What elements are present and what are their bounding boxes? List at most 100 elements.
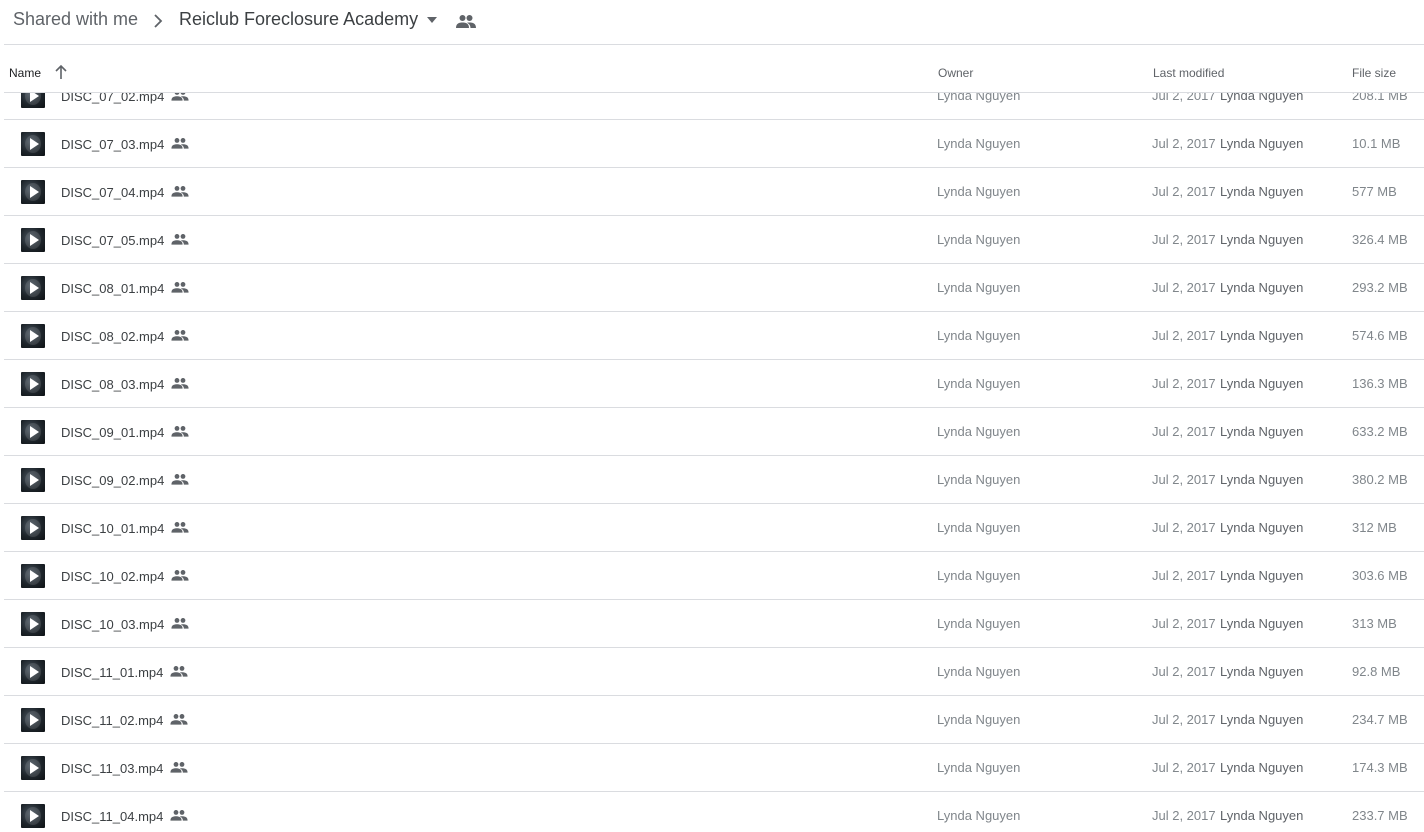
file-name: DISC_08_02.mp4 [61, 329, 165, 344]
people-icon[interactable] [456, 13, 476, 29]
column-header-last-modified[interactable]: Last modified [1153, 66, 1224, 80]
file-row[interactable]: DISC_07_02.mp4 Lynda Nguyen Jul 2, 2017 Lyn… [4, 93, 1424, 120]
file-name: DISC_09_01.mp4 [61, 425, 165, 440]
file-row[interactable]: DISC_10_02.mp4 Lynda Nguyen Jul 2, 2017 Lyn… [4, 552, 1424, 600]
column-header-divider [4, 92, 1424, 93]
caret-down-icon[interactable] [426, 16, 438, 24]
file-modified-by: Lynda Nguyen [1220, 664, 1304, 679]
file-size: 92.8 MB [1352, 664, 1401, 679]
video-thumbnail-icon [21, 564, 45, 588]
file-row[interactable]: DISC_08_01.mp4 Lynda Nguyen Jul 2, 2017 Lyn… [4, 264, 1424, 312]
file-size: 380.2 MB [1352, 472, 1408, 487]
file-modified-date: Jul 2, 2017 [1152, 808, 1216, 823]
people-icon [171, 616, 189, 629]
video-play-icon [30, 330, 39, 342]
video-play-icon [30, 138, 39, 150]
file-modified-by: Lynda Nguyen [1220, 136, 1304, 151]
file-modified-date: Jul 2, 2017 [1152, 664, 1216, 679]
file-size: 233.7 MB [1352, 808, 1408, 823]
video-thumbnail-icon [21, 180, 45, 204]
file-name: DISC_10_02.mp4 [61, 569, 165, 584]
people-icon [171, 568, 189, 581]
file-row[interactable]: DISC_07_03.mp4 Lynda Nguyen Jul 2, 2017 Lyn… [4, 120, 1424, 168]
file-modified-date: Jul 2, 2017 [1152, 616, 1216, 631]
video-thumbnail-icon [21, 420, 45, 444]
video-thumbnail-icon [21, 132, 45, 156]
file-row[interactable]: DISC_10_01.mp4 Lynda Nguyen Jul 2, 2017 Lyn… [4, 504, 1424, 552]
file-row[interactable]: DISC_11_03.mp4 Lynda Nguyen Jul 2, 2017 Lyn… [4, 744, 1424, 792]
breadcrumb-shared-with-me[interactable]: Shared with me [13, 9, 138, 30]
people-icon [171, 376, 189, 389]
file-name: DISC_09_02.mp4 [61, 473, 165, 488]
chevron-right-icon [154, 14, 163, 28]
video-thumbnail-icon [21, 708, 45, 732]
video-play-icon [30, 570, 39, 582]
file-owner: Lynda Nguyen [937, 136, 1021, 151]
video-thumbnail-icon [21, 228, 45, 252]
file-row[interactable]: DISC_07_05.mp4 Lynda Nguyen Jul 2, 2017 Lyn… [4, 216, 1424, 264]
file-name: DISC_10_03.mp4 [61, 617, 165, 632]
file-list[interactable]: DISC_07_02.mp4 Lynda Nguyen Jul 2, 2017 Lyn… [0, 93, 1424, 832]
file-owner: Lynda Nguyen [937, 232, 1021, 247]
file-modified-date: Jul 2, 2017 [1152, 376, 1216, 391]
video-play-icon [30, 762, 39, 774]
arrow-up-icon[interactable] [54, 64, 68, 80]
video-thumbnail-icon [21, 324, 45, 348]
file-row[interactable]: DISC_07_04.mp4 Lynda Nguyen Jul 2, 2017 Lyn… [4, 168, 1424, 216]
file-name: DISC_11_03.mp4 [61, 761, 164, 776]
file-modified-by: Lynda Nguyen [1220, 808, 1304, 823]
file-modified-by: Lynda Nguyen [1220, 568, 1304, 583]
file-row[interactable]: DISC_09_02.mp4 Lynda Nguyen Jul 2, 2017 Lyn… [4, 456, 1424, 504]
video-play-icon [30, 810, 39, 822]
breadcrumb: Shared with me Reiclub Foreclosure Acade… [0, 0, 1424, 44]
file-row[interactable]: DISC_08_03.mp4 Lynda Nguyen Jul 2, 2017 Lyn… [4, 360, 1424, 408]
file-size: 303.6 MB [1352, 568, 1408, 583]
file-modified-date: Jul 2, 2017 [1152, 760, 1216, 775]
file-modified-by: Lynda Nguyen [1220, 328, 1304, 343]
video-play-icon [30, 186, 39, 198]
video-thumbnail-icon [21, 468, 45, 492]
video-thumbnail-icon [21, 372, 45, 396]
file-row[interactable]: DISC_11_04.mp4 Lynda Nguyen Jul 2, 2017 Lyn… [4, 792, 1424, 832]
file-size: 174.3 MB [1352, 760, 1408, 775]
file-modified-date: Jul 2, 2017 [1152, 93, 1216, 103]
file-size: 577 MB [1352, 184, 1397, 199]
file-name: DISC_07_04.mp4 [61, 185, 165, 200]
drive-file-browser: Shared with me Reiclub Foreclosure Acade… [0, 0, 1424, 832]
video-play-icon [30, 522, 39, 534]
file-name: DISC_07_03.mp4 [61, 137, 165, 152]
column-header-name[interactable]: Name [9, 66, 41, 80]
file-modified-by: Lynda Nguyen [1220, 376, 1304, 391]
file-owner: Lynda Nguyen [937, 520, 1021, 535]
file-name: DISC_11_04.mp4 [61, 809, 164, 824]
file-modified-date: Jul 2, 2017 [1152, 520, 1216, 535]
file-owner: Lynda Nguyen [937, 280, 1021, 295]
video-play-icon [30, 234, 39, 246]
file-owner: Lynda Nguyen [937, 712, 1021, 727]
file-name: DISC_08_03.mp4 [61, 377, 165, 392]
video-thumbnail-icon [21, 660, 45, 684]
file-row[interactable]: DISC_08_02.mp4 Lynda Nguyen Jul 2, 2017 Lyn… [4, 312, 1424, 360]
file-size: 293.2 MB [1352, 280, 1408, 295]
file-row[interactable]: DISC_09_01.mp4 Lynda Nguyen Jul 2, 2017 Lyn… [4, 408, 1424, 456]
people-icon [171, 472, 189, 485]
file-modified-date: Jul 2, 2017 [1152, 472, 1216, 487]
file-name: DISC_08_01.mp4 [61, 281, 165, 296]
file-owner: Lynda Nguyen [937, 616, 1021, 631]
file-owner: Lynda Nguyen [937, 424, 1021, 439]
file-modified-date: Jul 2, 2017 [1152, 568, 1216, 583]
file-row[interactable]: DISC_11_02.mp4 Lynda Nguyen Jul 2, 2017 Lyn… [4, 696, 1424, 744]
video-thumbnail-icon [21, 612, 45, 636]
file-size: 633.2 MB [1352, 424, 1408, 439]
column-header-file-size[interactable]: File size [1352, 66, 1396, 80]
column-header-row: Name Owner Last modified File size [0, 56, 1424, 92]
file-owner: Lynda Nguyen [937, 808, 1021, 823]
file-modified-by: Lynda Nguyen [1220, 472, 1304, 487]
file-size: 326.4 MB [1352, 232, 1408, 247]
file-row[interactable]: DISC_11_01.mp4 Lynda Nguyen Jul 2, 2017 Lyn… [4, 648, 1424, 696]
people-icon [171, 424, 189, 437]
breadcrumb-current-folder[interactable]: Reiclub Foreclosure Academy [179, 9, 418, 30]
file-modified-date: Jul 2, 2017 [1152, 424, 1216, 439]
video-play-icon [30, 426, 39, 438]
file-row[interactable]: DISC_10_03.mp4 Lynda Nguyen Jul 2, 2017 Lyn… [4, 600, 1424, 648]
